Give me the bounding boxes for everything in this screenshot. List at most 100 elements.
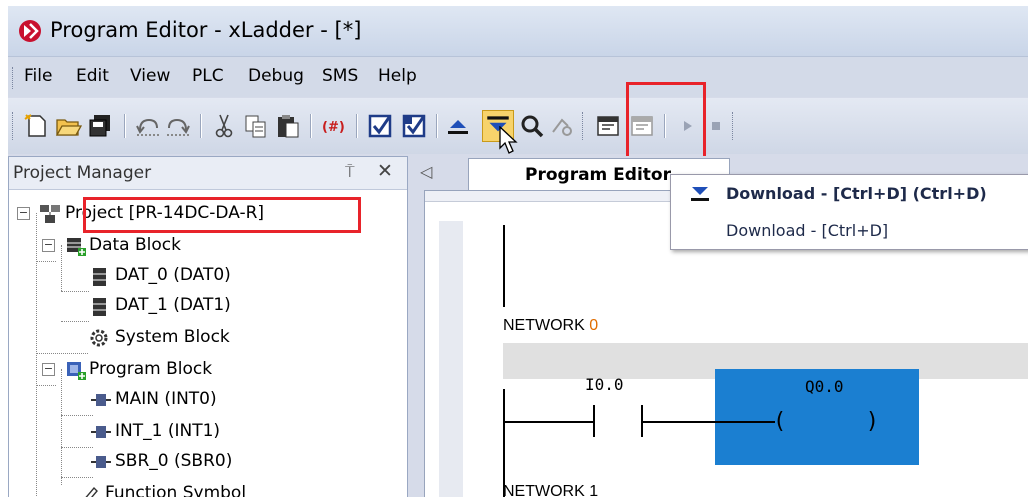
tree-item-dat0[interactable]: DAT_0 (DAT0): [9, 261, 399, 291]
toolbar-separator: [200, 114, 202, 138]
compile-all-icon[interactable]: [400, 112, 428, 140]
tree-label-system-block: System Block: [115, 327, 230, 347]
power-rail: [503, 225, 505, 307]
tree-item-sbr0[interactable]: SBR_0 (SBR0): [9, 447, 399, 477]
tree-item-data-block[interactable]: − Data Block: [9, 231, 399, 261]
collapse-icon[interactable]: −: [42, 363, 55, 376]
program-block-icon: [67, 362, 86, 380]
tree-item-system-block[interactable]: System Block: [9, 323, 399, 353]
collapse-icon[interactable]: −: [17, 207, 30, 220]
paste-icon[interactable]: [274, 112, 302, 140]
toolbar: (#): [8, 98, 1028, 154]
tree-item-program-block[interactable]: − Program Block: [9, 355, 399, 385]
coil-symbol: ( ): [773, 409, 879, 434]
undo-icon[interactable]: [134, 112, 162, 140]
tree-label-dat0: DAT_0 (DAT0): [115, 265, 231, 285]
coil-address: Q0.0: [805, 377, 844, 396]
download-dropdown: Download - [Ctrl+D] (Ctrl+D) Download - …: [670, 174, 1028, 250]
app-window: Program Editor - xLadder - [*] File Edit…: [8, 6, 1028, 497]
tree-line: [61, 415, 93, 416]
cut-icon[interactable]: [210, 112, 238, 140]
network-0-label: NETWORK 0: [503, 317, 598, 335]
open-folder-icon[interactable]: [54, 112, 82, 140]
toolbar-grip[interactable]: [582, 112, 586, 140]
editor-gutter: [439, 221, 463, 497]
menu-bar: File Edit View PLC Debug SMS Help: [8, 57, 1028, 97]
collapse-icon[interactable]: −: [42, 239, 55, 252]
tree-line: [36, 353, 88, 354]
dropdown-item-2-label: Download - [Ctrl+D]: [726, 221, 889, 240]
tree-line: [61, 321, 89, 322]
contact-left-bar: [593, 405, 595, 437]
menu-view[interactable]: View: [130, 66, 170, 86]
save-all-icon[interactable]: [86, 112, 114, 140]
tree-label-main: MAIN (INT0): [115, 389, 217, 409]
contact-address: I0.0: [585, 375, 624, 394]
data-block-icon: [67, 238, 86, 256]
tree-item-int1[interactable]: INT_1 (INT1): [9, 417, 399, 447]
project-icon: [40, 205, 60, 223]
copy-icon[interactable]: [242, 112, 270, 140]
tree-line: [61, 477, 93, 478]
routine-icon: [91, 456, 111, 468]
xladder-logo-icon: [19, 20, 41, 42]
project-highlight: [83, 197, 361, 233]
toolbar-separator: [436, 114, 438, 138]
data-table-icon: [93, 268, 106, 286]
menu-help[interactable]: Help: [378, 66, 417, 86]
toolbar-grip[interactable]: [732, 112, 736, 140]
power-rail: [503, 389, 505, 497]
network-0-prefix: NETWORK: [503, 317, 585, 334]
tree-item-dat1[interactable]: DAT_1 (DAT1): [9, 291, 399, 321]
compile-icon[interactable]: [366, 112, 394, 140]
search-icon[interactable]: [518, 112, 546, 140]
coil-selection[interactable]: Q0.0 ( ): [715, 369, 919, 465]
monitor-icon[interactable]: [548, 112, 576, 140]
download-icon: [691, 187, 709, 201]
title-bar: Program Editor - xLadder - [*]: [8, 6, 1028, 57]
rung-wire: [715, 421, 775, 423]
dropdown-item-download-ctrl-d-full[interactable]: Download - [Ctrl+D] (Ctrl+D): [671, 175, 1028, 213]
menu-grip[interactable]: [12, 67, 16, 89]
tree-label-int1: INT_1 (INT1): [115, 421, 221, 441]
menu-sms[interactable]: SMS: [322, 66, 358, 86]
rung-wire: [643, 421, 715, 423]
upload-icon[interactable]: [444, 112, 472, 140]
menu-edit[interactable]: Edit: [76, 66, 109, 86]
dropdown-item-1-label: Download - [Ctrl+D] (Ctrl+D): [726, 184, 987, 203]
toolbar-separator: [124, 114, 126, 138]
tree-item-main[interactable]: MAIN (INT0): [9, 385, 399, 415]
menu-plc[interactable]: PLC: [192, 66, 224, 86]
window-title: Program Editor - xLadder - [*]: [50, 18, 362, 42]
tree-item-function-symbol[interactable]: Function Symbol: [9, 479, 399, 497]
network-1-label: NETWORK 1: [503, 483, 598, 497]
stop-icon[interactable]: [702, 112, 730, 140]
redo-icon[interactable]: [164, 112, 192, 140]
project-manager-title: Project Manager: [13, 163, 152, 183]
tree-label-data-block: Data Block: [89, 235, 181, 255]
run-window-icon[interactable]: [594, 112, 622, 140]
toolbar-grip[interactable]: [12, 112, 16, 140]
pin-icon[interactable]: ⍑: [345, 162, 355, 182]
close-icon[interactable]: ✕: [377, 160, 393, 182]
tab-scroll-left-icon[interactable]: ◁: [420, 162, 432, 181]
tree-label-sbr0: SBR_0 (SBR0): [115, 451, 233, 471]
routine-icon: [91, 426, 111, 438]
dropdown-item-download-ctrl-d[interactable]: Download - [Ctrl+D]: [671, 213, 1028, 249]
toolbar-separator: [310, 114, 312, 138]
project-manager-header: Project Manager ⍑ ✕: [9, 157, 407, 190]
svg-text:(#): (#): [322, 120, 345, 135]
data-table-icon: [93, 298, 106, 316]
network-0-number: 0: [589, 317, 599, 334]
pencil-icon: [85, 486, 98, 497]
network-1-number: 1: [589, 483, 599, 497]
tab-label: Program Editor: [525, 165, 671, 185]
symbol-table-icon[interactable]: (#): [320, 112, 348, 140]
rung-wire: [505, 421, 595, 423]
menu-debug[interactable]: Debug: [248, 66, 304, 86]
gear-icon: [90, 329, 108, 347]
menu-file[interactable]: File: [24, 66, 52, 86]
project-manager-panel: Project Manager ⍑ ✕ − Project [PR-14DC-D…: [8, 156, 408, 497]
new-file-icon[interactable]: [22, 112, 50, 140]
toolbar-separator: [356, 114, 358, 138]
